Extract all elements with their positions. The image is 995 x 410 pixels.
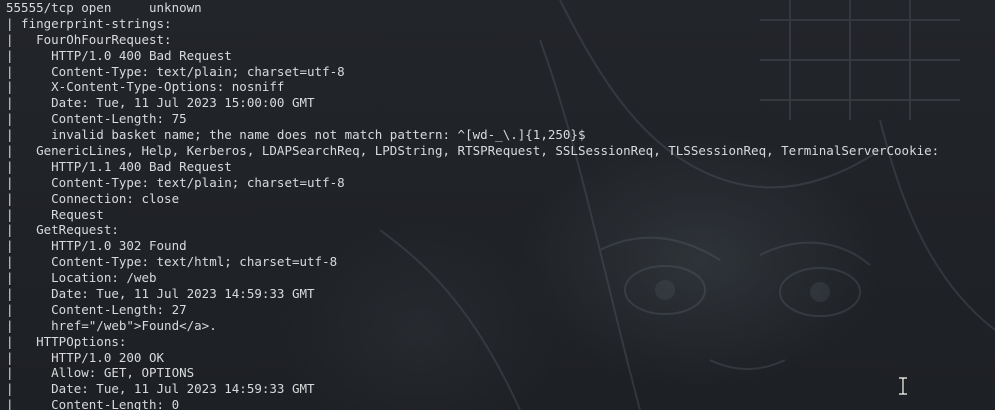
ibeam-cursor-icon <box>899 377 907 395</box>
output-line: | Date: Tue, 11 Jul 2023 15:00:00 GMT <box>6 95 315 111</box>
output-line: | HTTP/1.0 302 Found <box>6 238 187 254</box>
output-line: | Content-Type: text/plain; charset=utf-… <box>6 63 345 79</box>
output-line: | Connection: close <box>6 190 180 206</box>
output-line: 55555/tcp open unknown <box>6 0 202 15</box>
output-line: | HTTP/1.0 400 Bad Request <box>6 47 232 63</box>
output-line: | GenericLines, Help, Kerberos, LDAPSear… <box>6 143 940 159</box>
output-line: | Content-Type: text/html; charset=utf-8 <box>6 254 338 270</box>
output-line: | Date: Tue, 11 Jul 2023 14:59:33 GMT <box>6 381 315 397</box>
output-line: | X-Content-Type-Options: nosniff <box>6 79 285 95</box>
output-line: | Request <box>6 206 104 222</box>
output-line: | invalid basket name; the name does not… <box>6 127 586 143</box>
output-line: | Location: /web <box>6 270 157 286</box>
output-line: | Content-Length: 27 <box>6 301 187 317</box>
output-line: | Allow: GET, OPTIONS <box>6 365 195 381</box>
output-line: | fingerprint-strings: <box>6 15 172 31</box>
output-line: | Date: Tue, 11 Jul 2023 14:59:33 GMT <box>6 286 315 302</box>
output-line: | HTTP/1.1 400 Bad Request <box>6 158 232 174</box>
terminal-output: 55555/tcp open unknown | fingerprint-str… <box>6 0 995 410</box>
output-line: | Content-Length: 75 <box>6 111 187 127</box>
output-line: | href="/web">Found</a>. <box>6 317 217 333</box>
terminal-window[interactable]: 55555/tcp open unknown | fingerprint-str… <box>0 0 995 410</box>
output-line: | HTTP/1.0 200 OK <box>6 349 165 365</box>
output-line: | Content-Length: 0 <box>6 397 180 410</box>
output-line: | Content-Type: text/plain; charset=utf-… <box>6 174 345 190</box>
output-line: | GetRequest: <box>6 222 119 238</box>
output-line: | HTTPOptions: <box>6 333 127 349</box>
output-line: | FourOhFourRequest: <box>6 31 172 47</box>
